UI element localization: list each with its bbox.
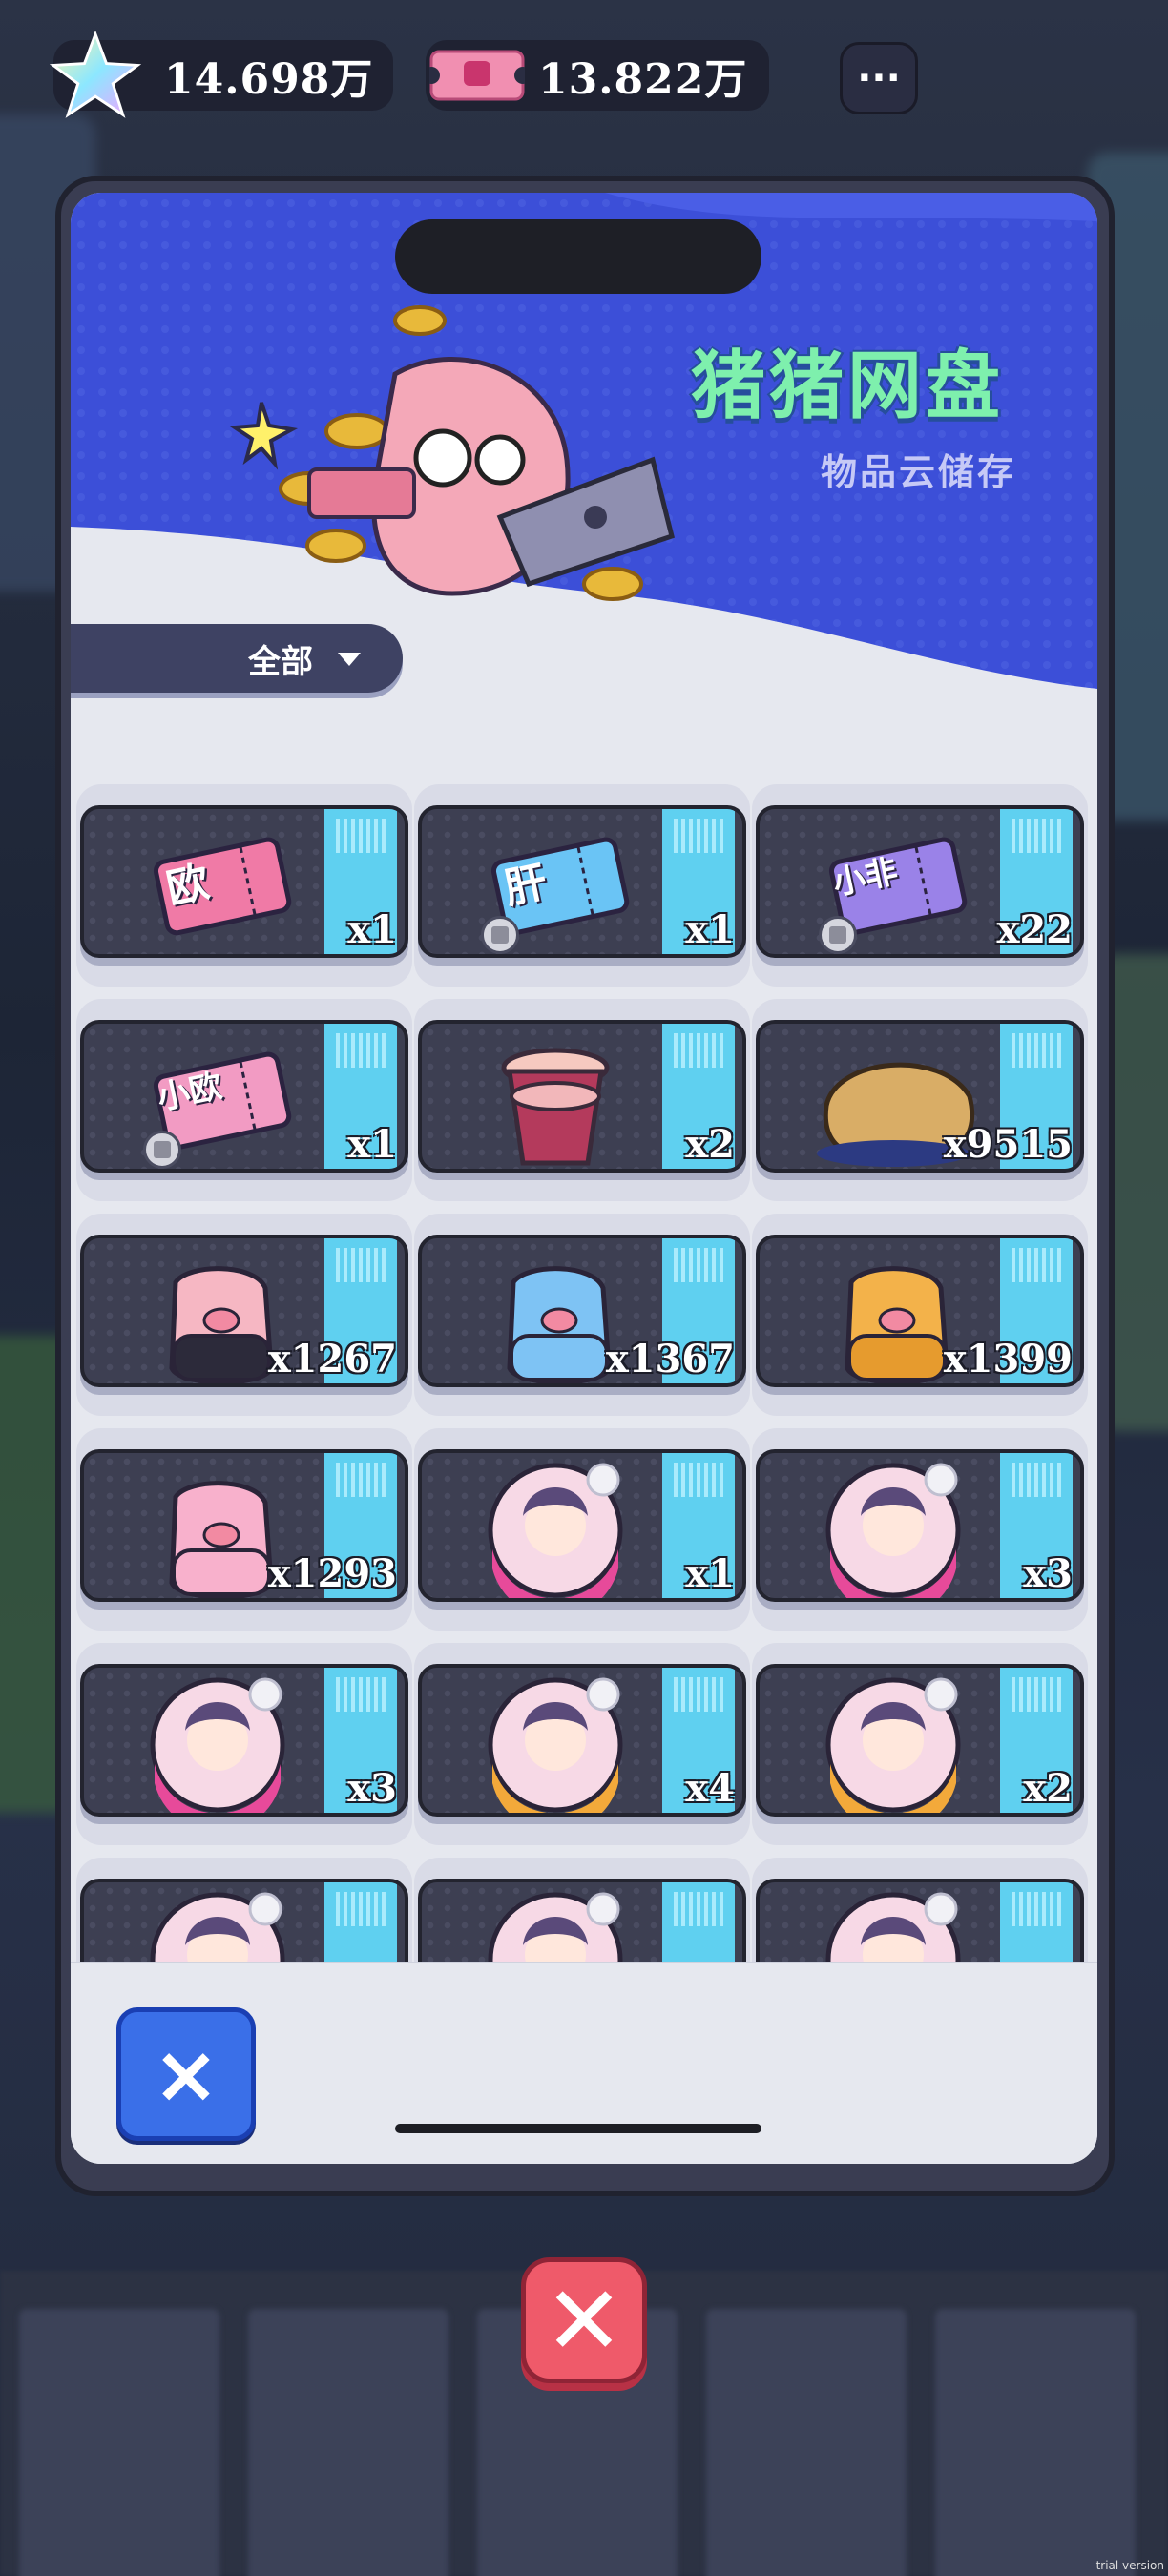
star-amount: 14.698万 (164, 55, 374, 104)
item-quantity: x1399 (943, 1337, 1073, 1381)
item-card-stripe (324, 1882, 397, 1962)
item-card: 小欧 x1 (80, 1020, 408, 1173)
item-card: x1293 (80, 1449, 408, 1602)
inventory-item[interactable]: x1367 (414, 1214, 750, 1416)
avatar-pink3-icon (150, 1677, 285, 1813)
inventory-item[interactable]: x1293 (76, 1428, 412, 1631)
inventory-item[interactable]: x4 (414, 1643, 750, 1845)
item-quantity: x22 (996, 907, 1073, 952)
item-card: x1367 (418, 1235, 746, 1387)
item-quantity: x1 (347, 1122, 397, 1167)
item-quantity: x3 (347, 1766, 397, 1811)
cloud-storage-panel: 猪猪网盘 物品云储存 全部 欧 x1 肝 x1 小非 x22 小欧 x1 x2 … (71, 193, 1097, 2164)
inventory-item[interactable]: x9515 (752, 999, 1088, 1201)
inventory-item[interactable]: x3 (76, 1643, 412, 1845)
inventory-item[interactable]: 肝 x1 (414, 784, 750, 987)
inventory-item[interactable] (414, 1858, 750, 1962)
item-quantity: x1 (347, 907, 397, 952)
item-card: 小非 x22 (756, 805, 1084, 958)
inventory-item[interactable]: x1267 (76, 1214, 412, 1416)
inventory-item[interactable]: x1 (414, 1428, 750, 1631)
item-card: 肝 x1 (418, 805, 746, 958)
avatar-pink2-icon (825, 1463, 961, 1598)
inventory-item[interactable]: x3 (752, 1428, 1088, 1631)
ticket-amount: 13.822万 (538, 55, 748, 104)
item-card: x2 (418, 1020, 746, 1173)
inventory-item[interactable] (752, 1858, 1088, 1962)
puzzle-piece-icon (819, 916, 857, 954)
inventory-item[interactable]: x2 (414, 999, 750, 1201)
home-indicator (395, 2124, 761, 2133)
avatar-gold-icon (488, 1677, 623, 1813)
watermark-text: trial version (1095, 2559, 1164, 2572)
item-card (80, 1879, 408, 1962)
inventory-item[interactable]: x2 (752, 1643, 1088, 1845)
ticket-currency[interactable]: 13.822万 (426, 40, 769, 111)
item-card: x3 (80, 1664, 408, 1817)
avatar-pink-icon (488, 1463, 623, 1598)
item-quantity: x9515 (943, 1122, 1073, 1167)
item-quantity: x1293 (267, 1551, 397, 1596)
close-panel-button[interactable]: × (116, 2007, 256, 2141)
drink-icon (501, 1048, 610, 1166)
puzzle-piece-icon (481, 916, 519, 954)
chevron-down-icon (338, 653, 361, 666)
filter-label: 全部 (248, 642, 313, 681)
page-subtitle: 物品云储存 (821, 451, 1017, 493)
item-quantity: x4 (685, 1766, 735, 1811)
inventory-item[interactable]: 欧 x1 (76, 784, 412, 987)
item-card: x2 (756, 1664, 1084, 1817)
item-card-stripe (662, 1882, 735, 1962)
item-card (756, 1879, 1084, 1962)
item-card: x4 (418, 1664, 746, 1817)
avatar-gold2-icon (825, 1677, 961, 1813)
item-quantity: x1367 (605, 1337, 735, 1381)
ticket-icon (429, 50, 525, 101)
ticket-pink-icon (153, 837, 292, 936)
item-quantity: x1 (685, 907, 735, 952)
more-button[interactable]: ··· (840, 42, 918, 114)
inventory-item[interactable]: 小欧 x1 (76, 999, 412, 1201)
avatar-gold4-icon (825, 1892, 961, 1962)
item-grid[interactable]: 欧 x1 肝 x1 小非 x22 小欧 x1 x2 x9515 x1267 x1… (71, 784, 1097, 1962)
item-card: x1267 (80, 1235, 408, 1387)
item-quantity: x2 (1023, 1766, 1073, 1811)
bottom-toolbar: × (71, 1962, 1097, 2164)
item-card: 欧 x1 (80, 805, 408, 958)
item-card: x9515 (756, 1020, 1084, 1173)
item-quantity: x1267 (267, 1337, 397, 1381)
star-currency[interactable]: 14.698万 (50, 31, 393, 118)
category-filter-dropdown[interactable]: 全部 (71, 624, 403, 693)
star-icon (50, 31, 141, 118)
inventory-item[interactable]: x1399 (752, 1214, 1088, 1416)
item-card: x1399 (756, 1235, 1084, 1387)
item-card-stripe (1000, 1882, 1073, 1962)
item-card (418, 1879, 746, 1962)
inventory-item[interactable]: 小非 x22 (752, 784, 1088, 987)
item-quantity: x1 (685, 1551, 735, 1596)
item-card: x3 (756, 1449, 1084, 1602)
item-quantity: x2 (685, 1122, 735, 1167)
page-title: 猪猪网盘 (691, 343, 1005, 429)
avatar-pink4-icon (150, 1892, 285, 1962)
item-card: x1 (418, 1449, 746, 1602)
item-quantity: x3 (1023, 1551, 1073, 1596)
puzzle-piece-icon (143, 1131, 181, 1169)
close-dialog-button[interactable]: ✕ (521, 2257, 647, 2383)
pig-mascot-illustration (229, 305, 675, 601)
avatar-gold3-icon (488, 1892, 623, 1962)
inventory-item[interactable] (76, 1858, 412, 1962)
